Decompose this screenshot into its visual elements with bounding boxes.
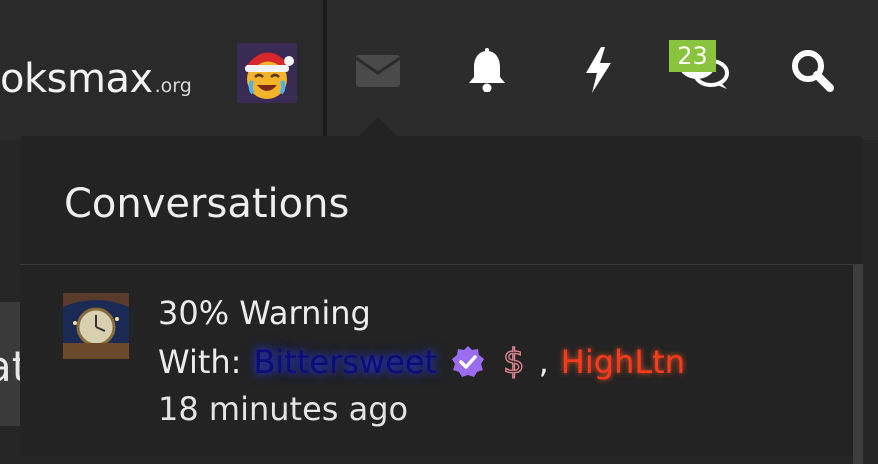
- with-label: With:: [158, 343, 242, 381]
- envelope-icon[interactable]: [350, 42, 406, 98]
- scrollbar[interactable]: [853, 264, 863, 464]
- user-avatar[interactable]: [237, 43, 297, 103]
- background-text: at: [0, 342, 20, 391]
- logo-tld: .org: [154, 75, 192, 97]
- conversation-avatar[interactable]: [63, 293, 129, 359]
- background-content: at: [0, 302, 20, 426]
- participant-link[interactable]: HighLtn: [561, 343, 685, 381]
- panel-pointer: [358, 117, 398, 137]
- avatar-emoji-icon: [237, 43, 297, 103]
- logo-text: oksmax: [0, 56, 153, 102]
- participant-separator: ,: [538, 343, 549, 381]
- bell-icon[interactable]: [459, 42, 515, 98]
- site-logo[interactable]: oksmax .org: [0, 44, 192, 104]
- conversations-dropdown: Conversations 30% Warning With: Bittersw…: [20, 136, 863, 464]
- search-icon[interactable]: [784, 42, 840, 98]
- conversations-unread-badge: 23: [669, 40, 716, 72]
- clock-avatar-icon: [63, 293, 129, 359]
- panel-divider: [20, 264, 863, 265]
- verified-icon: [451, 345, 485, 379]
- bolt-icon[interactable]: [570, 42, 626, 98]
- panel-title[interactable]: Conversations: [64, 181, 349, 227]
- dollar-icon: $: [502, 341, 525, 382]
- conversation-participants: With: Bittersweet $ , HighLtn: [158, 341, 685, 382]
- participant-link[interactable]: Bittersweet: [253, 343, 437, 381]
- conversation-time: 18 minutes ago: [158, 390, 409, 428]
- conversation-subject[interactable]: 30% Warning: [158, 294, 371, 332]
